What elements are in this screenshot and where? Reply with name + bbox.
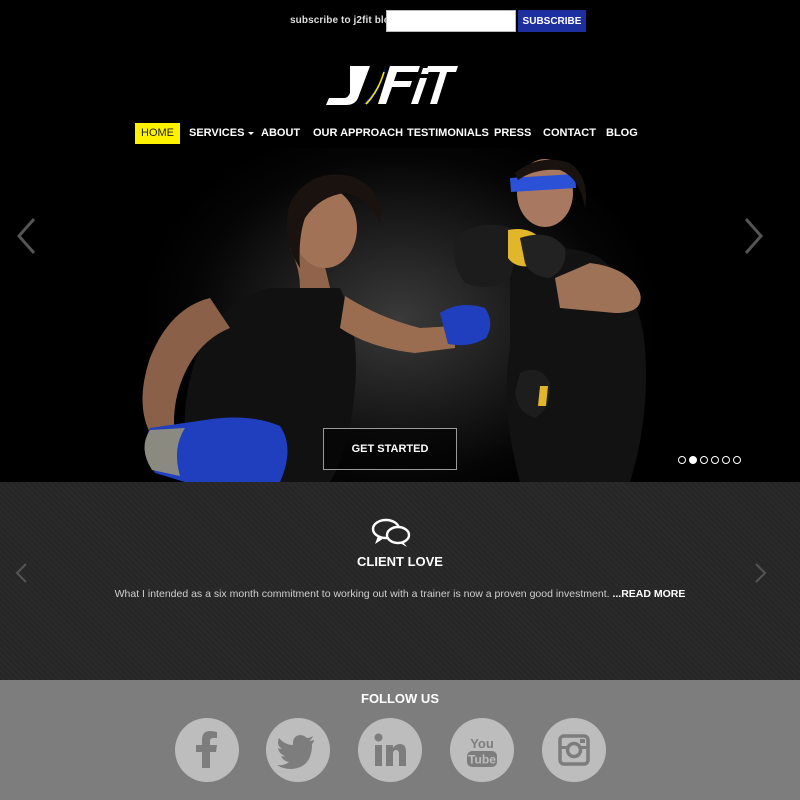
chevron-right-icon[interactable] <box>752 562 768 584</box>
nav-item-press[interactable]: PRESS <box>494 123 531 144</box>
nav-label: OUR APPROACH <box>313 127 404 139</box>
caret-down-icon <box>248 131 255 135</box>
youtube-icon: You Tube <box>467 736 497 767</box>
nav-item-about[interactable]: ABOUT <box>261 123 300 144</box>
follow-us-section: FOLLOW US You Tube <box>0 680 800 800</box>
chat-bubbles-icon <box>371 518 411 547</box>
nav-item-home[interactable]: HOME <box>135 123 180 144</box>
subscribe-email-input[interactable] <box>386 10 516 32</box>
chevron-left-icon[interactable] <box>14 562 30 584</box>
get-started-button[interactable]: GET STARTED <box>323 428 457 470</box>
slider-dot[interactable] <box>678 456 686 464</box>
nav-item-our-approach[interactable]: OUR APPROACH <box>313 123 403 144</box>
nav-label: TESTIMONIALS <box>407 127 489 139</box>
slider-dots <box>678 456 741 466</box>
follow-us-title: FOLLOW US <box>361 691 439 706</box>
instagram-icon <box>558 734 590 766</box>
nav-label: BLOG <box>606 127 638 139</box>
slider-dot[interactable] <box>700 456 708 464</box>
twitter-button[interactable] <box>266 718 330 782</box>
testimonial-quote: What I intended as a six month commitmen… <box>0 588 800 600</box>
nav-item-contact[interactable]: CONTACT <box>543 123 596 144</box>
facebook-icon <box>196 731 217 768</box>
client-love-section: CLIENT LOVE What I intended as a six mon… <box>0 482 800 680</box>
instagram-button[interactable] <box>542 718 606 782</box>
main-nav: HOME SERVICES ABOUT OUR APPROACH TESTIMO… <box>0 123 800 144</box>
nav-label: ABOUT <box>261 127 301 139</box>
subscribe-bar: subscribe to j2fit blog SUBSCRIBE <box>0 10 800 32</box>
facebook-button[interactable] <box>175 718 239 782</box>
svg-text:You: You <box>470 736 494 751</box>
slider-dot-active[interactable] <box>689 456 697 464</box>
nav-label: HOME <box>141 127 174 139</box>
linkedin-icon <box>374 733 406 766</box>
slider-dot[interactable] <box>711 456 719 464</box>
chevron-right-icon[interactable] <box>740 216 766 256</box>
page: subscribe to j2fit blog SUBSCRIBE HOME S… <box>0 0 800 800</box>
subscribe-button[interactable]: SUBSCRIBE <box>518 10 586 32</box>
linkedin-button[interactable] <box>358 718 422 782</box>
slider-dot[interactable] <box>733 456 741 464</box>
nav-label: CONTACT <box>543 127 596 139</box>
j2fit-logo[interactable] <box>320 58 460 110</box>
nav-label: PRESS <box>494 127 532 139</box>
client-love-title: CLIENT LOVE <box>357 554 443 569</box>
nav-item-blog[interactable]: BLOG <box>606 123 638 144</box>
testimonial-text: What I intended as a six month commitmen… <box>114 588 610 600</box>
nav-item-services[interactable]: SERVICES <box>189 123 255 144</box>
hero-slider: GET STARTED <box>0 148 800 482</box>
chevron-left-icon[interactable] <box>14 216 40 256</box>
nav-label: SERVICES <box>189 127 245 139</box>
twitter-icon <box>277 735 314 769</box>
nav-item-testimonials[interactable]: TESTIMONIALS <box>407 123 489 144</box>
read-more-link[interactable]: ...READ MORE <box>612 588 685 600</box>
subscribe-label: subscribe to j2fit blog <box>290 15 397 26</box>
youtube-button[interactable]: You Tube <box>450 718 514 782</box>
svg-text:Tube: Tube <box>468 753 496 767</box>
slider-dot[interactable] <box>722 456 730 464</box>
